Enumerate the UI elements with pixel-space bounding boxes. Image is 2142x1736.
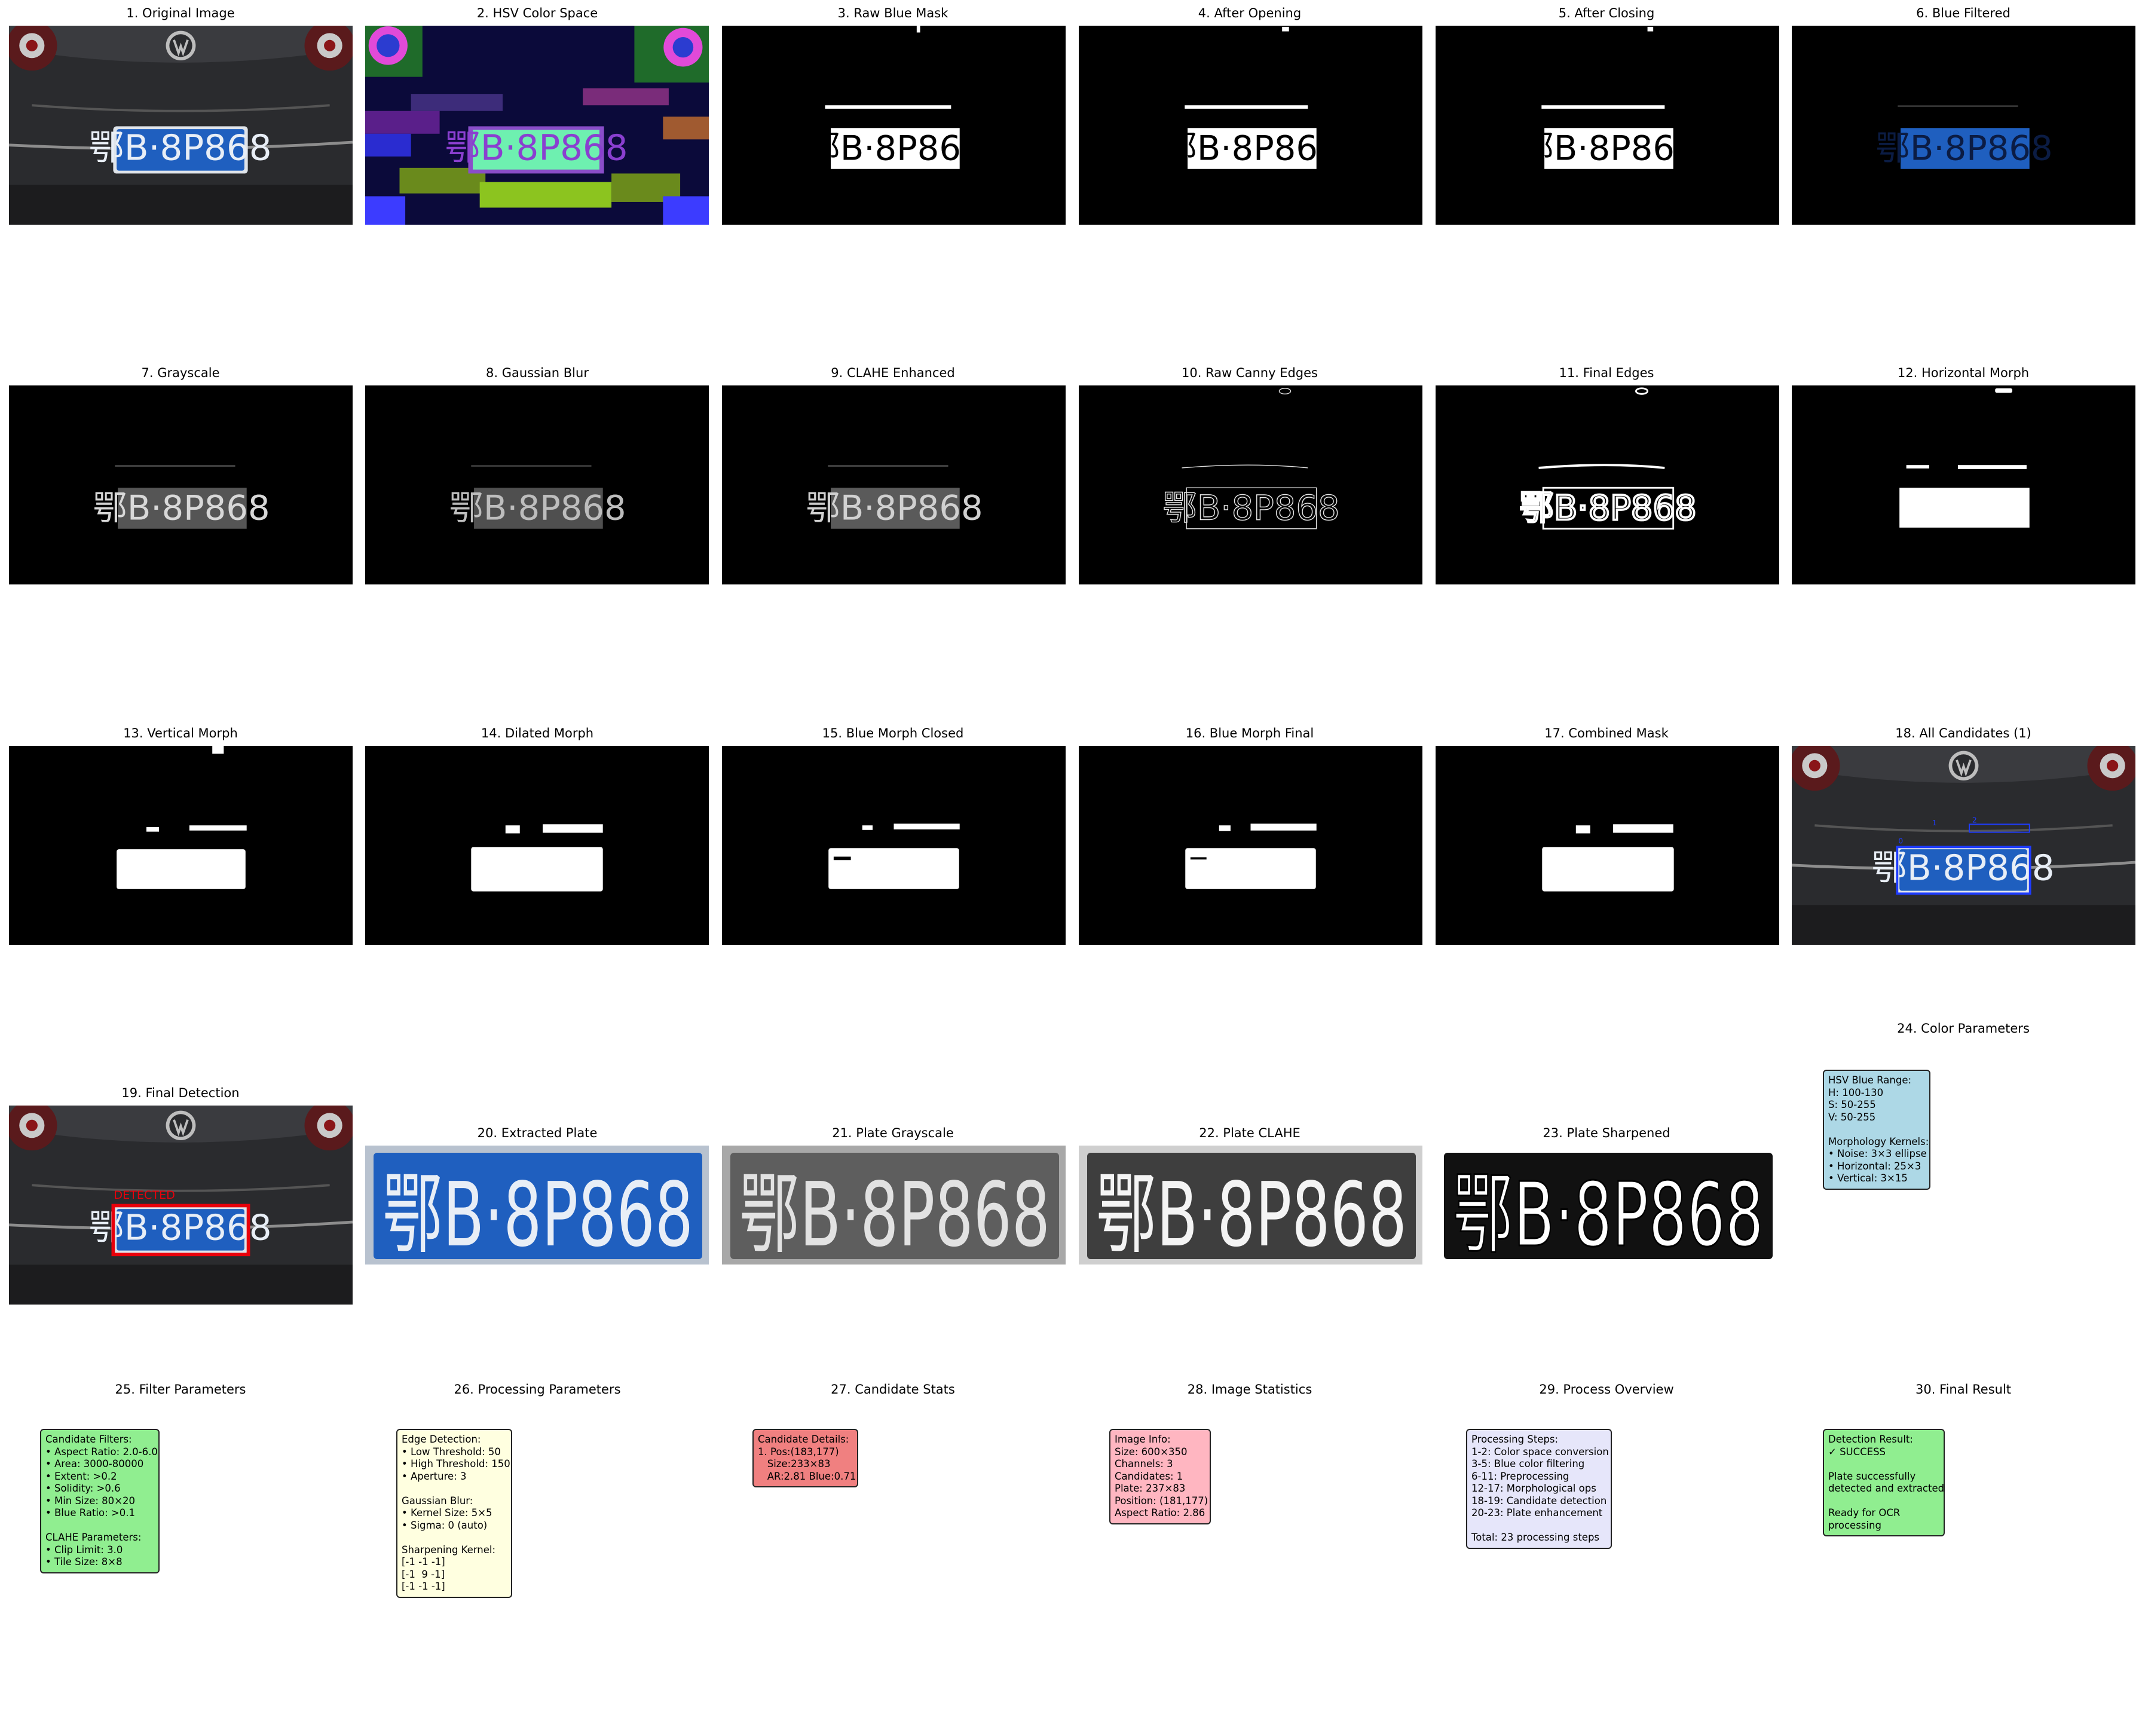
panel-title-5: 5. After Closing <box>1558 6 1655 20</box>
panel-title-18: 18. All Candidates (1) <box>1895 726 2031 740</box>
panel-title-15: 15. Blue Morph Closed <box>822 726 964 740</box>
plate-clahe-image: 鄂B·8P868 <box>1079 1146 1422 1265</box>
panel-title-10: 10. Raw Canny Edges <box>1182 366 1318 380</box>
final-result-box: Detection Result: ✓ SUCCESS Plate succes… <box>1823 1429 1945 1536</box>
panel-title-27: 27. Candidate Stats <box>831 1382 955 1397</box>
vertical-morph-image <box>9 746 353 945</box>
plate-text: 鄂B·8P868 <box>1162 128 1339 169</box>
all-candidates-image: 鄂B·8P868 1 2 0 <box>1792 746 2135 945</box>
panel-title-23: 23. Plate Sharpened <box>1543 1126 1670 1140</box>
panel-title-7: 7. Grayscale <box>141 366 220 380</box>
processing-parameters-box: Edge Detection: • Low Threshold: 50 • Hi… <box>396 1429 512 1598</box>
plate-text: 鄂B·8P868 <box>93 488 270 528</box>
color-parameters-box: HSV Blue Range: H: 100-130 S: 50-255 V: … <box>1823 1070 1930 1190</box>
horizontal-morph-image <box>1792 385 2135 584</box>
image-statistics-box: Image Info: Size: 600×350 Channels: 3 Ca… <box>1109 1429 1211 1524</box>
plate-text: 鄂B·8P868 <box>382 1164 693 1265</box>
after-opening-image: 鄂B·8P868 <box>1079 26 1422 225</box>
raw-canny-edges-image: 鄂B·8P868 <box>1079 385 1422 584</box>
plate-text: 鄂B·8P868 <box>89 127 272 169</box>
plate-text: 鄂B·8P868 <box>1519 488 1696 528</box>
filter-parameters-box: Candidate Filters: • Aspect Ratio: 2.0-6… <box>40 1429 160 1573</box>
panel-title-13: 13. Vertical Morph <box>123 726 238 740</box>
final-edges-image: 鄂B·8P868 <box>1436 385 1779 584</box>
panel-title-16: 16. Blue Morph Final <box>1185 726 1314 740</box>
hsv-image: 鄂B·8P868 <box>365 26 709 225</box>
blue-morph-final-image <box>1079 746 1422 945</box>
blue-filtered-image: 鄂B·8P868 <box>1792 26 2135 225</box>
final-detection-image: 鄂B·8P868 DETECTED <box>9 1106 353 1305</box>
process-overview-box: Processing Steps: 1-2: Color space conve… <box>1466 1429 1612 1549</box>
plate-text: 鄂B·8P868 <box>806 488 983 528</box>
panel-title-17: 17. Combined Mask <box>1544 726 1669 740</box>
panel-title-2: 2. HSV Color Space <box>476 6 598 20</box>
detected-label: DETECTED <box>114 1188 175 1202</box>
plate-text: 鄂B·8P868 <box>1519 128 1696 169</box>
panel-title-20: 20. Extracted Plate <box>477 1126 598 1140</box>
raw-blue-mask-image: 鄂B·8P868 <box>722 26 1066 225</box>
plate-text: 鄂B·8P868 <box>89 1207 272 1248</box>
panel-title-28: 28. Image Statistics <box>1187 1382 1312 1397</box>
plate-text: 鄂B·8P868 <box>449 488 626 528</box>
panel-title-25: 25. Filter Parameters <box>115 1382 246 1397</box>
plate-text: 鄂B·8P868 <box>1096 1164 1407 1265</box>
panel-title-14: 14. Dilated Morph <box>481 726 594 740</box>
plate-sharpened-image: 鄂B·8P868 <box>1436 1146 1779 1265</box>
panel-title-11: 11. Final Edges <box>1559 366 1654 380</box>
candidate-label-0: 0 <box>1898 837 1903 846</box>
panel-title-9: 9. CLAHE Enhanced <box>831 366 955 380</box>
plate-text: 鄂B·8P868 <box>1875 128 2052 169</box>
plate-text: 鄂B·8P868 <box>1162 488 1339 528</box>
panel-title-1: 1. Original Image <box>126 6 235 20</box>
panel-title-29: 29. Process Overview <box>1539 1382 1674 1397</box>
panel-title-8: 8. Gaussian Blur <box>486 366 589 380</box>
original-image: 鄂B·8P868 <box>9 26 353 225</box>
panel-title-30: 30. Final Result <box>1915 1382 2012 1397</box>
candidate-label-1: 1 <box>1932 818 1937 827</box>
panel-title-24: 24. Color Parameters <box>1897 1021 2030 1036</box>
candidate-label-2: 2 <box>1972 815 1977 824</box>
panel-title-19: 19. Final Detection <box>121 1086 240 1100</box>
gaussian-blur-image: 鄂B·8P868 <box>365 385 709 584</box>
plate-text: 鄂B·8P868 <box>806 128 983 169</box>
candidate-stats-box: Candidate Details: 1. Pos:(183,177) Size… <box>752 1429 858 1487</box>
panel-title-12: 12. Horizontal Morph <box>1897 366 2030 380</box>
panel-title-3: 3. Raw Blue Mask <box>837 6 948 20</box>
panel-title-6: 6. Blue Filtered <box>1916 6 2011 20</box>
panel-title-4: 4. After Opening <box>1198 6 1302 20</box>
plate-grayscale-image: 鄂B·8P868 <box>722 1146 1066 1265</box>
dilated-morph-image <box>365 746 709 945</box>
plate-text: 鄂B·8P868 <box>1872 847 2055 889</box>
panel-title-22: 22. Plate CLAHE <box>1199 1126 1300 1140</box>
panel-title-21: 21. Plate Grayscale <box>832 1126 954 1140</box>
plate-text: 鄂B·8P868 <box>1453 1164 1764 1265</box>
extracted-plate-image: 鄂B·8P868 <box>365 1146 709 1265</box>
panel-title-26: 26. Processing Parameters <box>454 1382 621 1397</box>
grayscale-image: 鄂B·8P868 <box>9 385 353 584</box>
combined-mask-image <box>1436 746 1779 945</box>
blue-morph-closed-image <box>722 746 1066 945</box>
plate-text: 鄂B·8P868 <box>739 1164 1050 1265</box>
clahe-enhanced-image: 鄂B·8P868 <box>722 385 1066 584</box>
plate-text: 鄂B·8P868 <box>445 127 628 169</box>
after-closing-image: 鄂B·8P868 <box>1436 26 1779 225</box>
